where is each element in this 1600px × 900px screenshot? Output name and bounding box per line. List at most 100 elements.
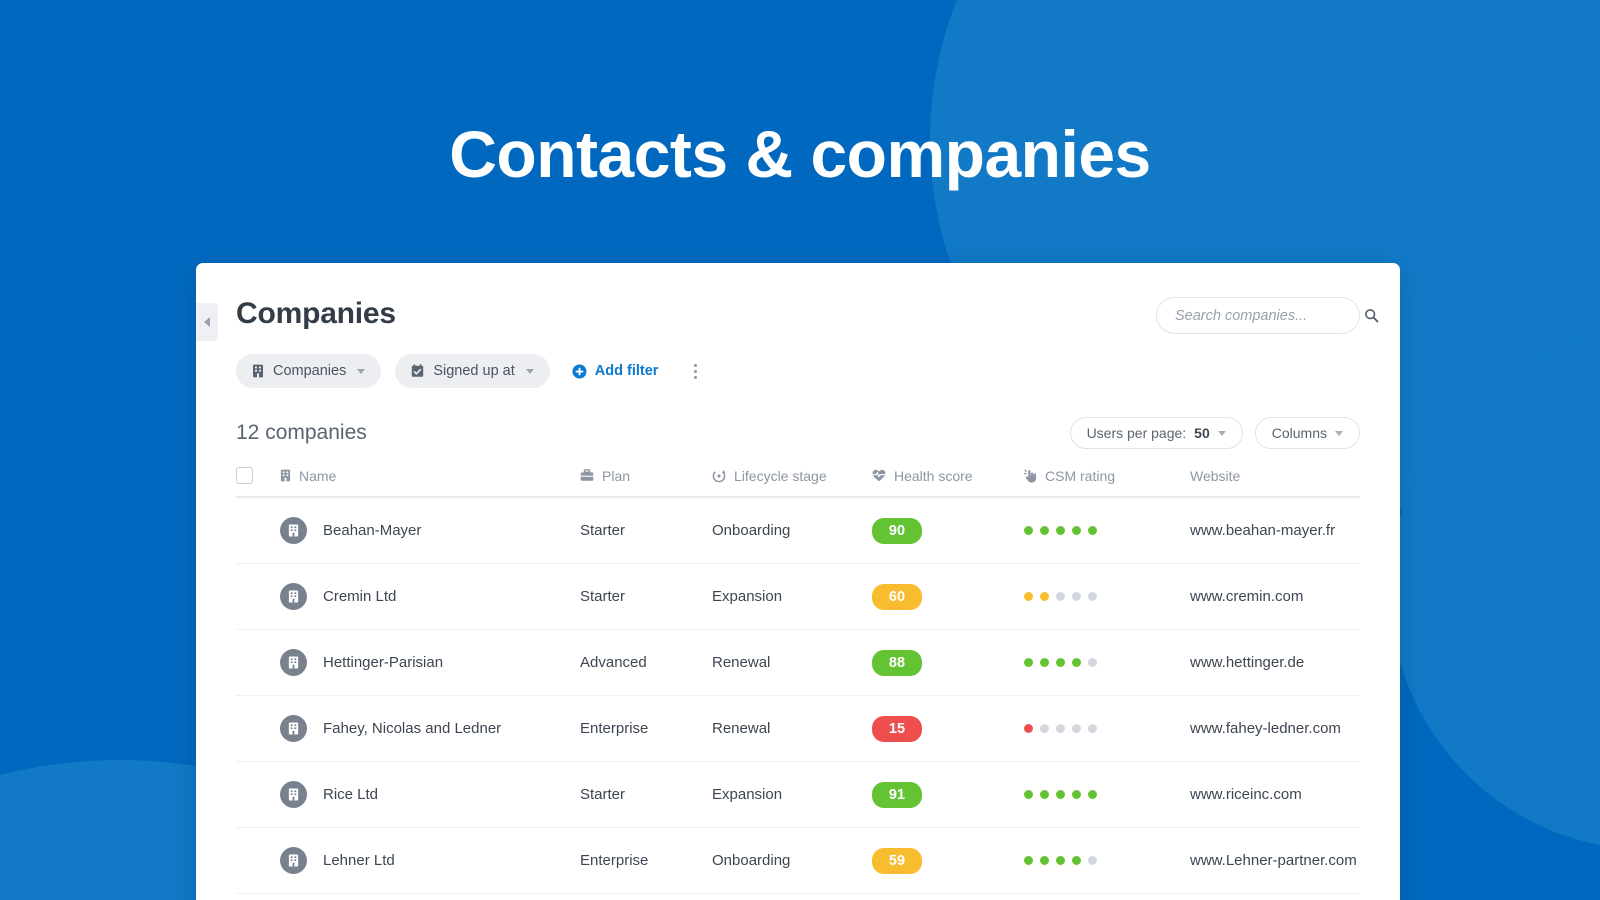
column-header-website[interactable]: Website <box>1190 467 1360 498</box>
row-plan-cell: Enterprise <box>580 827 712 894</box>
rating-dot <box>1072 790 1081 799</box>
page-title: Companies <box>236 297 396 330</box>
building-icon <box>288 788 299 801</box>
column-header-lifecycle-stage[interactable]: Lifecycle stage <box>712 467 872 498</box>
lifecycle-stage-value: Onboarding <box>712 522 791 539</box>
website-value[interactable]: www.hettinger.de <box>1190 654 1304 671</box>
briefcase-icon <box>580 469 594 481</box>
companies-card: Companies Search companies... Companies … <box>196 263 1400 900</box>
row-health-cell: 44 <box>872 893 1024 900</box>
filter-pill-label: Companies <box>273 363 347 379</box>
column-label: Name <box>299 467 337 484</box>
plan-value: Enterprise <box>580 720 649 737</box>
company-name: Hettinger-Parisian <box>323 654 444 671</box>
csm-rating-dots <box>1024 658 1190 667</box>
health-score-badge: 15 <box>872 715 922 742</box>
users-per-page-value: 50 <box>1194 425 1210 441</box>
website-value[interactable]: www.fahey-ledner.com <box>1190 720 1341 737</box>
row-select-cell[interactable] <box>236 629 280 696</box>
rating-dot <box>1056 856 1065 865</box>
row-plan-cell: Enterprise <box>580 695 712 762</box>
column-header-plan[interactable]: Plan <box>580 467 712 498</box>
lifecycle-stage-value: Onboarding <box>712 852 791 869</box>
row-select-cell[interactable] <box>236 893 280 900</box>
csm-rating-dots <box>1024 790 1190 799</box>
rating-dot <box>1088 526 1097 535</box>
row-select-cell[interactable] <box>236 563 280 630</box>
row-name-cell: Cremin Ltd <box>280 563 580 630</box>
row-plan-cell: Starter <box>580 563 712 630</box>
column-header-name[interactable]: Name <box>280 467 580 498</box>
row-csm-cell <box>1024 497 1190 564</box>
sidebar-collapse-toggle[interactable] <box>196 303 218 341</box>
rating-dot <box>1024 724 1033 733</box>
table-row[interactable]: Fahey, Nicolas and Ledner Enterprise Renew… <box>236 695 1360 762</box>
row-select-cell[interactable] <box>236 827 280 894</box>
filter-pill-companies[interactable]: Companies <box>236 354 382 388</box>
column-label: Lifecycle stage <box>734 467 827 484</box>
column-header-health-score[interactable]: Health score <box>872 467 1024 498</box>
table-row[interactable]: Hettinger-Parisian Advanced Renewal 88 www.h… <box>236 629 1360 696</box>
table-row[interactable]: Cremin Ltd Starter Expansion 60 www.cremin.c… <box>236 563 1360 630</box>
company-avatar <box>280 715 307 742</box>
table-row[interactable]: Hermann and KovacekAdvancedOnboarding44 w… <box>236 893 1360 900</box>
row-stage-cell: Onboarding <box>712 893 872 900</box>
search-companies-box[interactable] <box>1156 297 1379 334</box>
website-value[interactable]: www.riceinc.com <box>1190 786 1302 803</box>
row-plan-cell: Advanced <box>580 629 712 696</box>
kebab-menu-icon[interactable] <box>690 358 701 385</box>
row-website-cell: www.cremin.com <box>1190 563 1360 630</box>
column-label: Health score <box>894 467 973 484</box>
filter-bar: Companies Signed up at Add filter <box>236 354 1360 388</box>
row-website-cell: www.fahey-ledner.com <box>1190 695 1360 762</box>
card-header: Companies <box>236 297 1379 334</box>
website-value[interactable]: www.Lehner-partner.com <box>1190 852 1357 869</box>
website-value[interactable]: www.cremin.com <box>1190 588 1303 605</box>
users-per-page-button[interactable]: Users per page: 50 <box>1069 417 1243 449</box>
row-select-cell[interactable] <box>236 497 280 564</box>
health-score-badge: 60 <box>872 583 922 610</box>
add-filter-label: Add filter <box>594 363 659 379</box>
search-input[interactable] <box>1175 307 1364 324</box>
columns-button[interactable]: Columns <box>1254 417 1360 449</box>
table-row[interactable]: Lehner Ltd Enterprise Onboarding 59 www.Lehn… <box>236 827 1360 894</box>
company-avatar <box>280 517 307 544</box>
rating-dot <box>1024 658 1033 667</box>
rating-dot <box>1056 790 1065 799</box>
row-stage-cell: Renewal <box>712 629 872 696</box>
building-icon <box>253 364 263 378</box>
table-row[interactable]: Beahan-Mayer Starter Onboarding 90 www.beaha… <box>236 497 1360 564</box>
row-csm-cell <box>1024 629 1190 696</box>
row-select-cell[interactable] <box>236 761 280 828</box>
add-filter-button[interactable]: Add filter <box>572 363 659 379</box>
rating-dot <box>1024 526 1033 535</box>
column-label: Plan <box>602 467 631 484</box>
select-all-header[interactable] <box>236 467 280 498</box>
building-icon <box>288 854 299 867</box>
building-icon <box>288 722 299 735</box>
row-select-cell[interactable] <box>236 695 280 762</box>
lifecycle-stage-value: Expansion <box>712 588 783 605</box>
csm-rating-dots <box>1024 724 1190 733</box>
filter-pill-label: Signed up at <box>433 363 515 379</box>
company-name: Beahan-Mayer <box>323 522 422 539</box>
company-avatar <box>280 847 307 874</box>
row-website-cell: www.riceinc.com <box>1190 761 1360 828</box>
filter-pill-signed-up-at[interactable]: Signed up at <box>395 354 550 388</box>
health-score-badge: 90 <box>872 517 922 544</box>
table-row[interactable]: Rice Ltd Starter Expansion 91 www.riceinc.co… <box>236 761 1360 828</box>
rating-dot <box>1072 658 1081 667</box>
rating-dot <box>1072 592 1081 601</box>
company-name: Fahey, Nicolas and Ledner <box>323 720 502 737</box>
rating-dot <box>1040 790 1049 799</box>
column-label: Website <box>1190 467 1241 484</box>
calendar-check-icon <box>412 364 424 377</box>
column-header-csm-rating[interactable]: CSM rating <box>1024 467 1190 498</box>
plan-value: Advanced <box>580 654 647 671</box>
checkbox-icon[interactable] <box>236 467 253 484</box>
chevron-down-icon <box>357 368 366 374</box>
website-value[interactable]: www.beahan-mayer.fr <box>1190 522 1335 539</box>
health-score-badge: 59 <box>872 847 922 874</box>
lifecycle-stage-value: Expansion <box>712 786 783 803</box>
rating-dot <box>1040 856 1049 865</box>
